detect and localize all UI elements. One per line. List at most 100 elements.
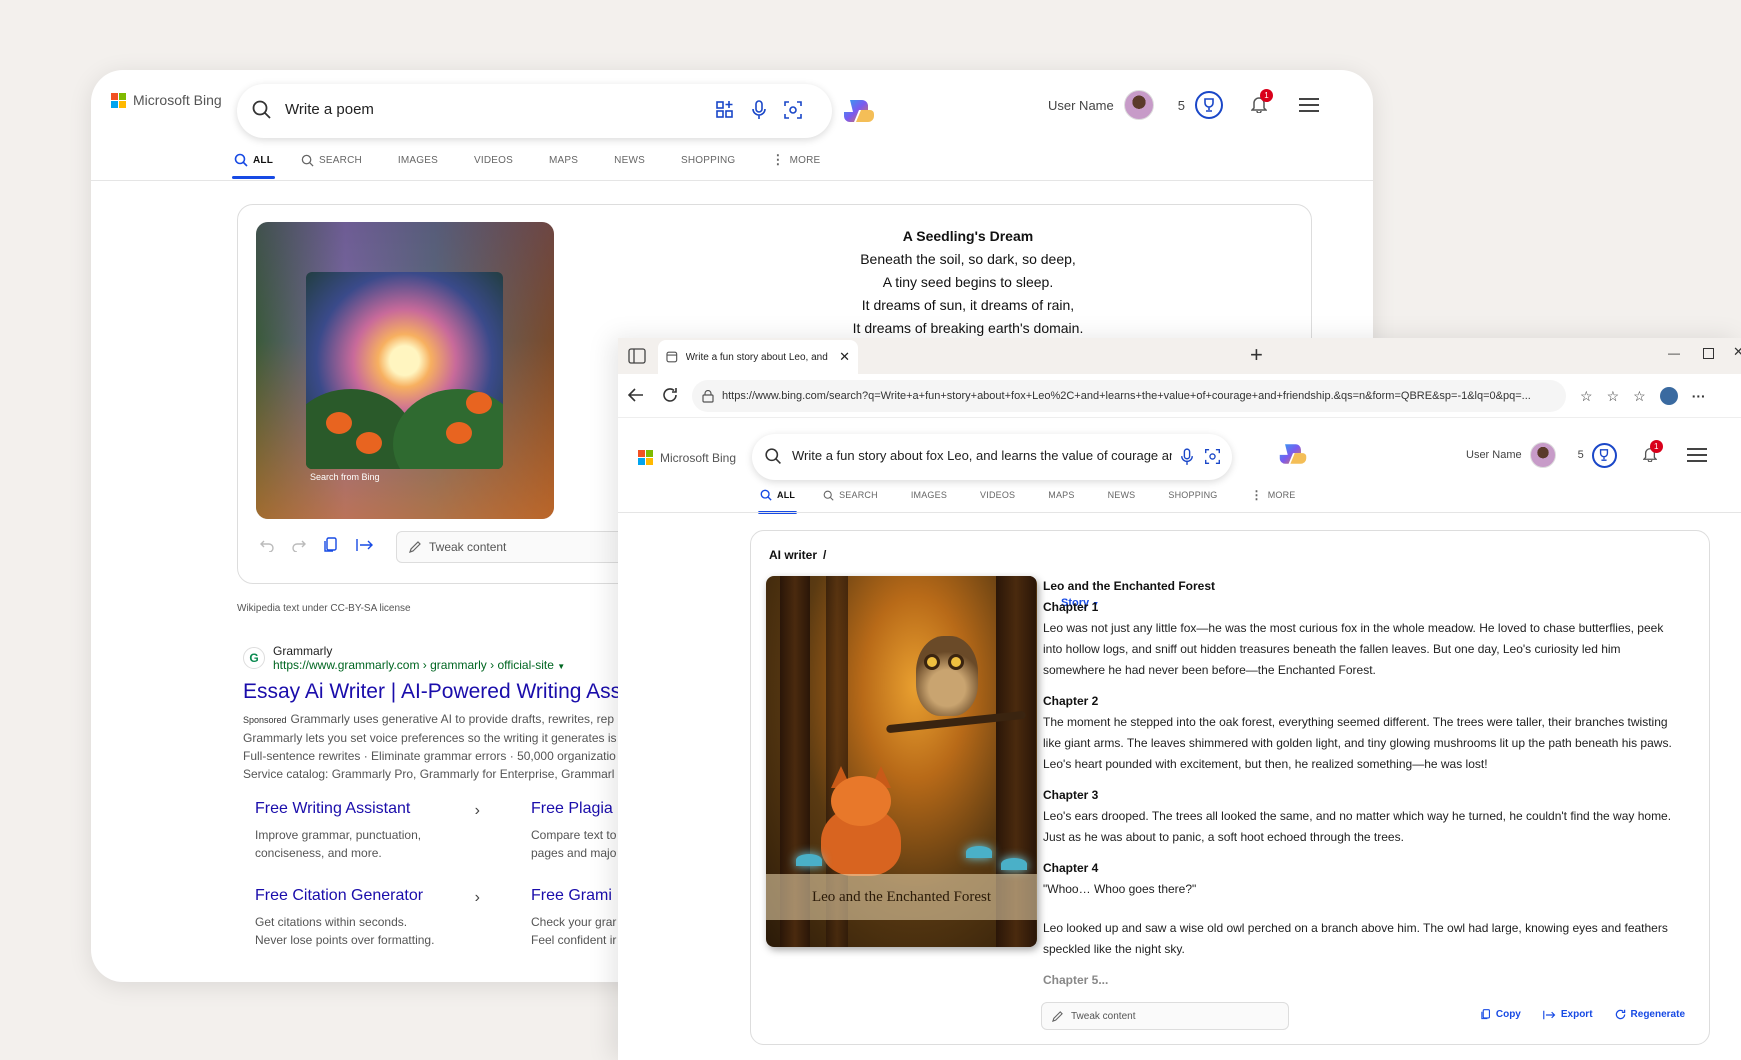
regenerate-icon [1615,1009,1625,1020]
tab-maps[interactable]: MAPS [549,145,578,175]
tab-search[interactable]: SEARCH [823,480,878,510]
tab-label: MORE [1267,490,1296,500]
sitelink-desc: Improve grammar, punctuation, [255,828,422,842]
notifications-button[interactable]: 1 [1250,88,1273,116]
tab-news[interactable]: NEWS [614,145,645,175]
chapter-heading: Chapter 3 [1043,788,1099,802]
tab-label: SEARCH [319,154,362,166]
back-arrow-icon[interactable] [628,388,644,402]
user-area: User Name 5 1 [1466,439,1707,468]
ad-url[interactable]: https://www.grammarly.com › grammarly › … [273,658,565,672]
tab-videos[interactable]: VIDEOS [980,480,1015,510]
menu-icon[interactable] [1686,448,1707,462]
regenerate-button[interactable]: Regenerate [1615,1009,1685,1020]
search-input[interactable]: Write a poem [285,101,374,118]
tab-label: VIDEOS [980,490,1016,500]
tweak-content-input[interactable]: Tweak content [396,531,636,563]
refresh-icon[interactable] [662,387,678,403]
tab-videos[interactable]: VIDEOS [474,145,513,175]
microphone-icon[interactable] [751,100,767,120]
user-name[interactable]: User Name [1466,449,1522,461]
url-field[interactable]: https://www.bing.com/search?q=Write+a+fu… [692,380,1566,412]
rewards-icon[interactable] [1194,91,1223,119]
chapter-heading: Chapter 4 [1043,861,1099,875]
search-box[interactable]: Write a fun story about fox Leo, and lea… [752,434,1232,480]
tweak-content-input[interactable]: Tweak content [1041,1002,1289,1030]
breadcrumb-root[interactable]: AI writer [769,548,817,562]
close-window-button[interactable]: ✕ [1733,344,1741,360]
close-tab-icon[interactable]: ✕ [839,349,850,365]
tab-shopping[interactable]: SHOPPING [1168,480,1217,510]
tab-label: MAPS [549,154,579,166]
fantasy-garden-illustration [306,272,503,469]
tab-all[interactable]: ALL [757,480,798,514]
redo-icon[interactable] [292,538,306,552]
ai-writer-card: AI writer / Story ▼ Leo and the Enchante… [750,530,1710,1045]
tab-search[interactable]: SEARCH [301,145,362,175]
rewards-icon[interactable] [1591,442,1617,468]
more-vertical-icon: ⋮ [1250,488,1263,502]
notifications-button[interactable]: 1 [1642,439,1663,465]
copilot-icon[interactable] [842,94,876,128]
camera-search-icon[interactable] [783,100,803,120]
sitelink[interactable]: Free Writing Assistant › Improve grammar… [255,800,480,862]
camera-search-icon[interactable] [1204,448,1221,465]
license-text[interactable]: Wikipedia text under CC-BY-SA license [237,603,411,614]
tab-images[interactable]: IMAGES [398,145,438,175]
tab-shopping[interactable]: SHOPPING [681,145,735,175]
poem-title: A Seedling's Dream [902,228,1034,244]
favorite-star-icon[interactable]: ☆ [1580,388,1593,405]
tab-images[interactable]: IMAGES [911,480,947,510]
collections-icon[interactable]: ☆ [1633,388,1646,405]
tab-title: Write a fun story about Leo, and le [685,351,832,363]
story-actions: Copy Export Regenerate [1481,1009,1685,1020]
visual-search-icon[interactable] [715,100,735,120]
copilot-icon[interactable] [1278,439,1308,469]
tab-all[interactable]: ALL [231,145,276,179]
bing-logo[interactable]: Microsoft Bing [638,450,736,465]
tab-news[interactable]: NEWS [1108,480,1136,510]
tab-label: ALL [253,154,274,166]
poem-line: Beneath the soil, so dark, so deep, [860,251,1076,267]
maximize-button[interactable] [1703,348,1714,359]
search-input[interactable]: Write a fun story about fox Leo, and lea… [792,448,1172,463]
microphone-icon[interactable] [1180,448,1194,466]
avatar[interactable] [1529,442,1556,468]
tab-more[interactable]: ⋮ MORE [1251,480,1296,510]
caret-down-icon[interactable]: ▼ [557,662,565,671]
avatar[interactable] [1123,90,1154,120]
regenerate-label: Regenerate [1630,1009,1685,1020]
export-icon[interactable] [356,538,374,552]
tab-label: MAPS [1048,490,1075,500]
tab-label: IMAGES [397,154,439,166]
tab-maps[interactable]: MAPS [1048,480,1074,510]
search-icon [252,100,271,119]
menu-icon[interactable] [1298,98,1319,112]
story-cover-image[interactable]: Leo and the Enchanted Forest [766,576,1037,947]
search-box[interactable]: Write a poem [237,84,832,138]
user-name[interactable]: User Name [1048,98,1114,113]
minimize-button[interactable]: — [1668,346,1680,360]
tab-more[interactable]: ⋮ MORE [771,145,820,175]
favorites-icon[interactable]: ☆ [1607,388,1620,405]
sitelink-title[interactable]: Free Writing Assistant [255,800,480,818]
breadcrumb: AI writer / Story ▼ [769,548,1099,609]
bing-logo[interactable]: Microsoft Bing [111,92,222,108]
user-area: User Name 5 1 [1048,88,1319,120]
search-icon [823,490,834,501]
sidebar-toggle-icon[interactable] [628,348,646,364]
new-tab-button[interactable]: + [1250,342,1263,368]
browser-tab-bar: Write a fun story about Leo, and le ✕ + … [618,338,1741,374]
copy-icon[interactable] [324,537,338,553]
sitelink-title[interactable]: Free Citation Generator [255,887,480,905]
copy-button[interactable]: Copy [1481,1009,1521,1020]
tab-label: VIDEOS [474,154,514,166]
sitelink[interactable]: Free Citation Generator › Get citations … [255,887,480,949]
story-title: Leo and the Enchanted Forest [1043,579,1216,593]
poem-image[interactable]: Search from Bing [256,222,554,519]
more-options-icon[interactable]: ··· [1692,388,1706,404]
export-button[interactable]: Export [1543,1009,1593,1020]
undo-icon[interactable] [260,538,274,552]
browser-tab[interactable]: Write a fun story about Leo, and le ✕ [658,340,858,374]
profile-icon[interactable] [1659,387,1678,405]
